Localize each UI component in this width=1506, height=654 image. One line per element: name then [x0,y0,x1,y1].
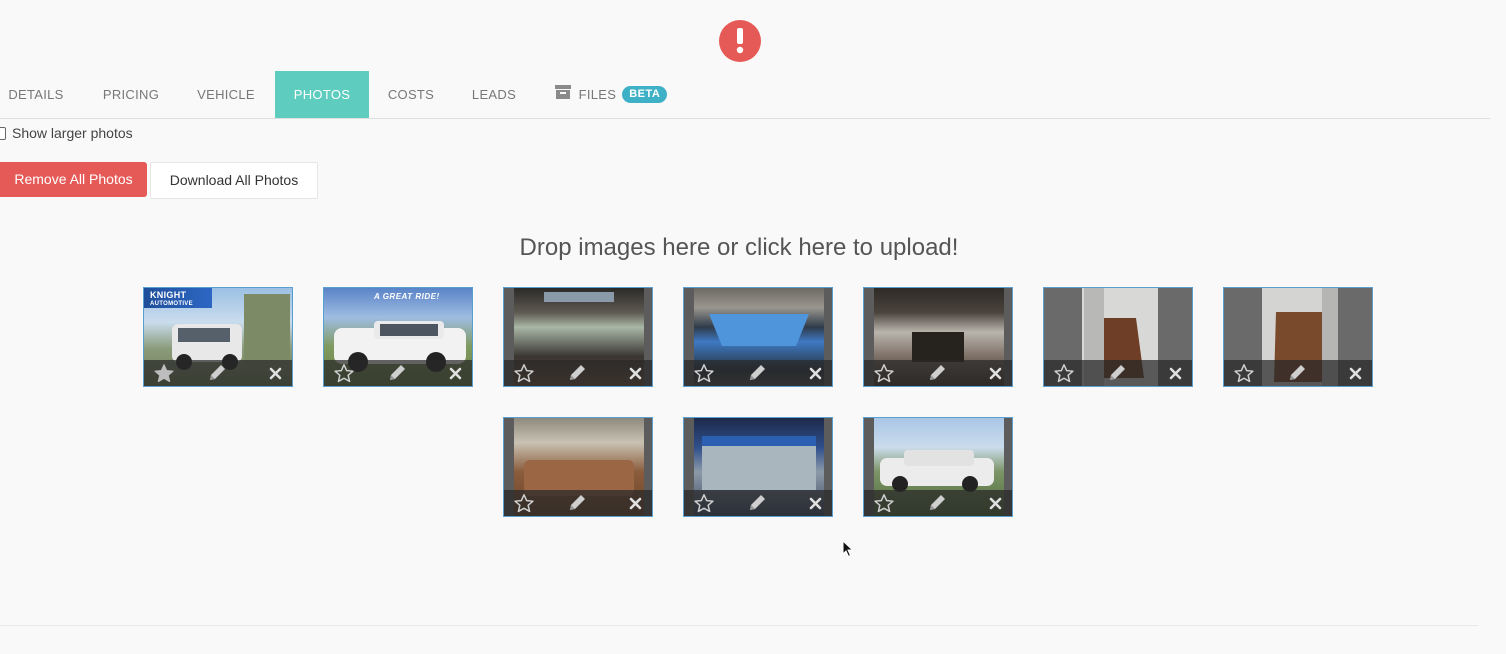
photo-caption-sub: AUTOMOTIVE [150,301,193,307]
remove-all-photos-button[interactable]: Remove All Photos [0,162,147,197]
tab-label: DETAILS [8,87,64,102]
pencil-icon[interactable] [928,494,948,512]
photo-action-bar [864,360,1012,386]
tab-files[interactable]: FILES BETA [552,71,670,118]
pencil-icon[interactable] [748,364,768,382]
photo-thumbnail[interactable] [683,287,833,387]
photo-thumbnail[interactable]: A GREAT RIDE! [323,287,473,387]
tab-label: PRICING [102,87,160,102]
tab-leads[interactable]: LEADS [461,71,527,118]
show-larger-photos-checkbox[interactable] [0,126,6,140]
pencil-icon[interactable] [388,364,408,382]
photo-thumbnail[interactable] [1043,287,1193,387]
photo-action-bar [324,360,472,386]
tab-bar: DETAILS PRICING VEHICLE PHOTOS COSTS LEA… [0,71,1490,119]
show-larger-photos-label: Show larger photos [12,125,133,141]
star-icon[interactable] [1054,364,1074,383]
star-icon[interactable] [154,364,174,383]
pencil-icon[interactable] [568,494,588,512]
photo-action-bar [1044,360,1192,386]
archive-icon [554,71,571,118]
photo-thumbnail[interactable] [503,417,653,517]
photo-thumbnail[interactable] [1223,287,1373,387]
mouse-cursor-icon [842,540,854,558]
footer-divider [0,625,1478,626]
close-icon[interactable] [989,497,1002,510]
close-icon[interactable] [629,367,642,380]
show-larger-photos-toggle[interactable]: Show larger photos [0,124,133,142]
tab-photos[interactable]: PHOTOS [275,71,369,118]
close-icon[interactable] [989,367,1002,380]
tab-details[interactable]: DETAILS [0,71,72,118]
upload-dropzone[interactable]: Drop images here or click here to upload… [0,234,1478,262]
close-icon[interactable] [809,497,822,510]
photo-thumbnail[interactable]: KNIGHT AUTOMOTIVE [143,287,293,387]
star-icon[interactable] [694,364,714,383]
tab-label: PHOTOS [293,87,351,102]
photo-action-bar [504,360,652,386]
pencil-icon[interactable] [748,494,768,512]
close-icon[interactable] [1169,367,1182,380]
photo-thumbnail[interactable] [863,417,1013,517]
photo-action-bar [684,490,832,516]
pencil-icon[interactable] [1108,364,1128,382]
dealer-logo-banner: KNIGHT AUTOMOTIVE [144,288,212,308]
pencil-icon[interactable] [568,364,588,382]
tab-vehicle[interactable]: VEHICLE [186,71,266,118]
pencil-icon[interactable] [928,364,948,382]
tab-label: COSTS [387,87,435,102]
close-icon[interactable] [809,367,822,380]
beta-badge: BETA [622,85,668,103]
tab-label: FILES [578,87,617,102]
photo-thumbnail[interactable] [503,287,653,387]
tab-pricing[interactable]: PRICING [92,71,170,118]
star-icon[interactable] [514,364,534,383]
star-icon[interactable] [334,364,354,383]
close-icon[interactable] [449,367,462,380]
photo-action-bar [864,490,1012,516]
photo-thumbnail[interactable] [863,287,1013,387]
star-icon[interactable] [1234,364,1254,383]
photo-action-bar [504,490,652,516]
photo-thumbnail[interactable] [683,417,833,517]
star-icon[interactable] [694,494,714,513]
exclamation-circle-icon[interactable] [719,20,761,62]
photo-action-bar [1224,360,1372,386]
close-icon[interactable] [269,367,282,380]
download-all-photos-button[interactable]: Download All Photos [150,162,318,199]
close-icon[interactable] [629,497,642,510]
tab-label: LEADS [471,87,517,102]
star-icon[interactable] [874,494,894,513]
pencil-icon[interactable] [208,364,228,382]
photo-action-bar [684,360,832,386]
pencil-icon[interactable] [1288,364,1308,382]
tab-label: VEHICLE [197,87,255,102]
photo-action-bar [144,360,292,386]
tab-costs[interactable]: COSTS [379,71,443,118]
close-icon[interactable] [1349,367,1362,380]
star-icon[interactable] [514,494,534,513]
photo-caption: A GREAT RIDE! [374,292,440,301]
star-icon[interactable] [874,364,894,383]
photos-page: DETAILS PRICING VEHICLE PHOTOS COSTS LEA… [0,0,1506,654]
